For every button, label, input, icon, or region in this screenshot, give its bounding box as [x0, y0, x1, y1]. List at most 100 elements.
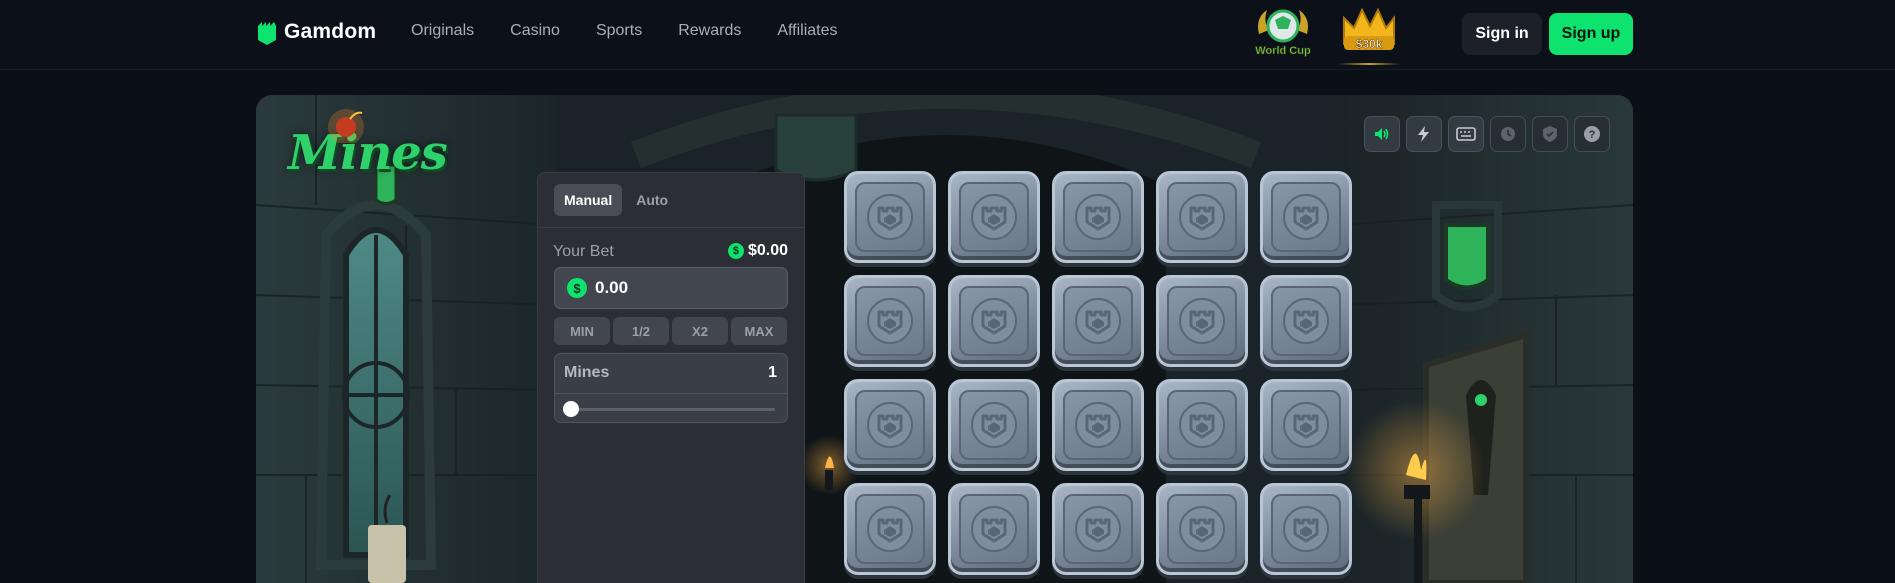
- tile-face: [1063, 182, 1133, 252]
- tab-auto[interactable]: Auto: [626, 184, 678, 216]
- svg-text:World Cup: World Cup: [1255, 45, 1311, 57]
- fairness-icon: [1543, 126, 1557, 142]
- hotkeys-button[interactable]: [1448, 116, 1484, 152]
- tile-face: [1167, 494, 1237, 564]
- fairness-button[interactable]: [1532, 116, 1568, 152]
- nav-rewards[interactable]: Rewards: [678, 22, 741, 40]
- mine-tile[interactable]: [948, 275, 1040, 367]
- mines-slider-thumb[interactable]: [563, 401, 579, 417]
- world-cup-badge-icon: World Cup: [1255, 9, 1311, 57]
- tile-face: [1167, 390, 1237, 460]
- dollar-coin-icon: $: [567, 278, 587, 298]
- bet-quick-buttons: MIN 1/2 X2 MAX: [554, 317, 787, 345]
- nav-sports[interactable]: Sports: [596, 22, 642, 40]
- mine-tile[interactable]: [1156, 483, 1248, 575]
- brand-logo[interactable]: Gamdom: [256, 18, 376, 46]
- sign-up-button[interactable]: Sign up: [1549, 13, 1633, 55]
- mines-game-logo: Mines: [288, 109, 448, 181]
- mine-tile[interactable]: [1260, 483, 1352, 575]
- tower-shield-icon: [971, 402, 1017, 448]
- tower-shield-icon: [867, 298, 913, 344]
- tile-face: [1063, 286, 1133, 356]
- tower-shield-icon: [867, 506, 913, 552]
- nav-casino[interactable]: Casino: [510, 22, 560, 40]
- prize-promo[interactable]: $30k: [1336, 4, 1400, 60]
- tile-face: [855, 286, 925, 356]
- main-nav: Originals Casino Sports Rewards Affiliat…: [411, 22, 838, 40]
- tower-shield-icon: [867, 194, 913, 240]
- min-bet-button[interactable]: MIN: [554, 317, 610, 345]
- mine-tile[interactable]: [844, 483, 936, 575]
- mine-tile[interactable]: [948, 483, 1040, 575]
- sign-in-button[interactable]: Sign in: [1462, 13, 1542, 55]
- tower-shield-icon: [1075, 194, 1121, 240]
- sound-icon: [1375, 128, 1389, 140]
- tower-shield-icon: [1179, 506, 1225, 552]
- tower-shield-icon: [867, 402, 913, 448]
- mine-tile[interactable]: [844, 171, 936, 263]
- mine-tile[interactable]: [844, 275, 936, 367]
- half-bet-button[interactable]: 1/2: [613, 317, 669, 345]
- mine-tile[interactable]: [1156, 379, 1248, 471]
- tile-face: [855, 390, 925, 460]
- tile-face: [1063, 494, 1133, 564]
- tower-shield-icon: [1075, 402, 1121, 448]
- tile-face: [1167, 286, 1237, 356]
- turbo-button[interactable]: [1406, 116, 1442, 152]
- mine-tile[interactable]: [1260, 275, 1352, 367]
- mines-game: Mines ? Manual Auto Your Bet $ $0.00 $ 0…: [256, 95, 1633, 583]
- svg-text:$30k: $30k: [1356, 37, 1383, 51]
- double-bet-button[interactable]: X2: [672, 317, 728, 345]
- help-button[interactable]: ?: [1574, 116, 1610, 152]
- bomb-icon: [328, 109, 364, 143]
- mines-divider: [555, 393, 787, 394]
- tower-shield-icon: [971, 506, 1017, 552]
- tile-face: [855, 182, 925, 252]
- mine-tile[interactable]: [948, 379, 1040, 471]
- tower-shield-icon: [1283, 506, 1329, 552]
- mine-tile[interactable]: [1052, 171, 1144, 263]
- dollar-coin-icon: $: [727, 243, 744, 259]
- mine-tile[interactable]: [844, 379, 936, 471]
- tile-face: [1271, 494, 1341, 564]
- tab-manual[interactable]: Manual: [554, 184, 623, 216]
- mines-slider-track[interactable]: [569, 408, 775, 411]
- game-controls: ?: [1364, 116, 1610, 152]
- tile-face: [1063, 390, 1133, 460]
- bet-label: Your Bet: [553, 243, 614, 260]
- mines-selector: Mines 1: [554, 353, 788, 423]
- tower-shield-icon: [1179, 194, 1225, 240]
- mine-tile[interactable]: [1156, 275, 1248, 367]
- mine-tile[interactable]: [948, 171, 1040, 263]
- tile-face: [1271, 182, 1341, 252]
- history-button[interactable]: [1490, 116, 1526, 152]
- tile-face: [1167, 182, 1237, 252]
- sound-button[interactable]: [1364, 116, 1400, 152]
- keyboard-icon: [1456, 127, 1476, 141]
- mine-tile[interactable]: [1260, 171, 1352, 263]
- mines-count: 1: [768, 364, 777, 381]
- mine-tile[interactable]: [1052, 275, 1144, 367]
- bet-panel: Manual Auto Your Bet $ $0.00 $ MIN 1/2 X…: [537, 172, 805, 583]
- bet-total-value: $0.00: [747, 242, 788, 259]
- tile-face: [959, 494, 1029, 564]
- mode-tabs: Manual Auto: [554, 184, 678, 216]
- mine-tile[interactable]: [1156, 171, 1248, 263]
- tile-face: [1271, 286, 1341, 356]
- mine-tile[interactable]: [1260, 379, 1352, 471]
- mines-board: [844, 171, 1352, 575]
- tower-shield-icon: [1075, 506, 1121, 552]
- lightning-icon: [1418, 126, 1429, 142]
- help-icon: ?: [1584, 126, 1600, 142]
- tower-shield-icon: [1179, 298, 1225, 344]
- max-bet-button[interactable]: MAX: [731, 317, 787, 345]
- world-cup-promo[interactable]: World Cup: [1251, 4, 1315, 60]
- tile-face: [959, 286, 1029, 356]
- mine-tile[interactable]: [1052, 483, 1144, 575]
- mine-tile[interactable]: [1052, 379, 1144, 471]
- nav-affiliates[interactable]: Affiliates: [777, 22, 837, 40]
- nav-originals[interactable]: Originals: [411, 22, 474, 40]
- bet-amount-field[interactable]: $: [554, 267, 788, 309]
- brand-name: Gamdom: [284, 20, 377, 43]
- bet-amount-input[interactable]: [595, 278, 775, 298]
